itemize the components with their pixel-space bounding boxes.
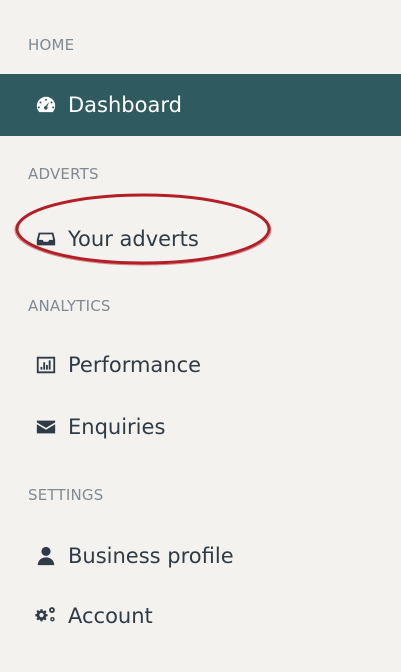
user-icon — [35, 545, 57, 567]
nav-item-label: Business profile — [68, 544, 234, 568]
nav-item-label: Your adverts — [68, 227, 199, 251]
nav-item-label: Account — [68, 604, 153, 628]
sidebar-nav: HOME Dashboard ADVERTS Your adverts ANAL… — [0, 0, 401, 672]
inbox-icon — [35, 228, 57, 250]
section-label-settings: SETTINGS — [28, 486, 104, 504]
section-label-home: HOME — [28, 36, 75, 54]
nav-item-label: Performance — [68, 353, 202, 377]
nav-item-label: Enquiries — [68, 415, 166, 439]
nav-item-dashboard[interactable]: Dashboard — [0, 74, 401, 136]
section-label-adverts: ADVERTS — [28, 165, 99, 183]
bar-chart-icon — [35, 354, 57, 376]
nav-item-label: Dashboard — [68, 93, 182, 117]
nav-item-enquiries[interactable]: Enquiries — [0, 396, 401, 458]
section-label-analytics: ANALYTICS — [28, 297, 111, 315]
dashboard-icon — [35, 94, 57, 116]
gears-icon — [35, 605, 57, 627]
envelope-icon — [35, 416, 57, 438]
nav-item-business-profile[interactable]: Business profile — [0, 525, 401, 587]
nav-item-performance[interactable]: Performance — [0, 334, 401, 396]
nav-item-your-adverts[interactable]: Your adverts — [0, 208, 401, 270]
nav-item-account[interactable]: Account — [0, 585, 401, 647]
